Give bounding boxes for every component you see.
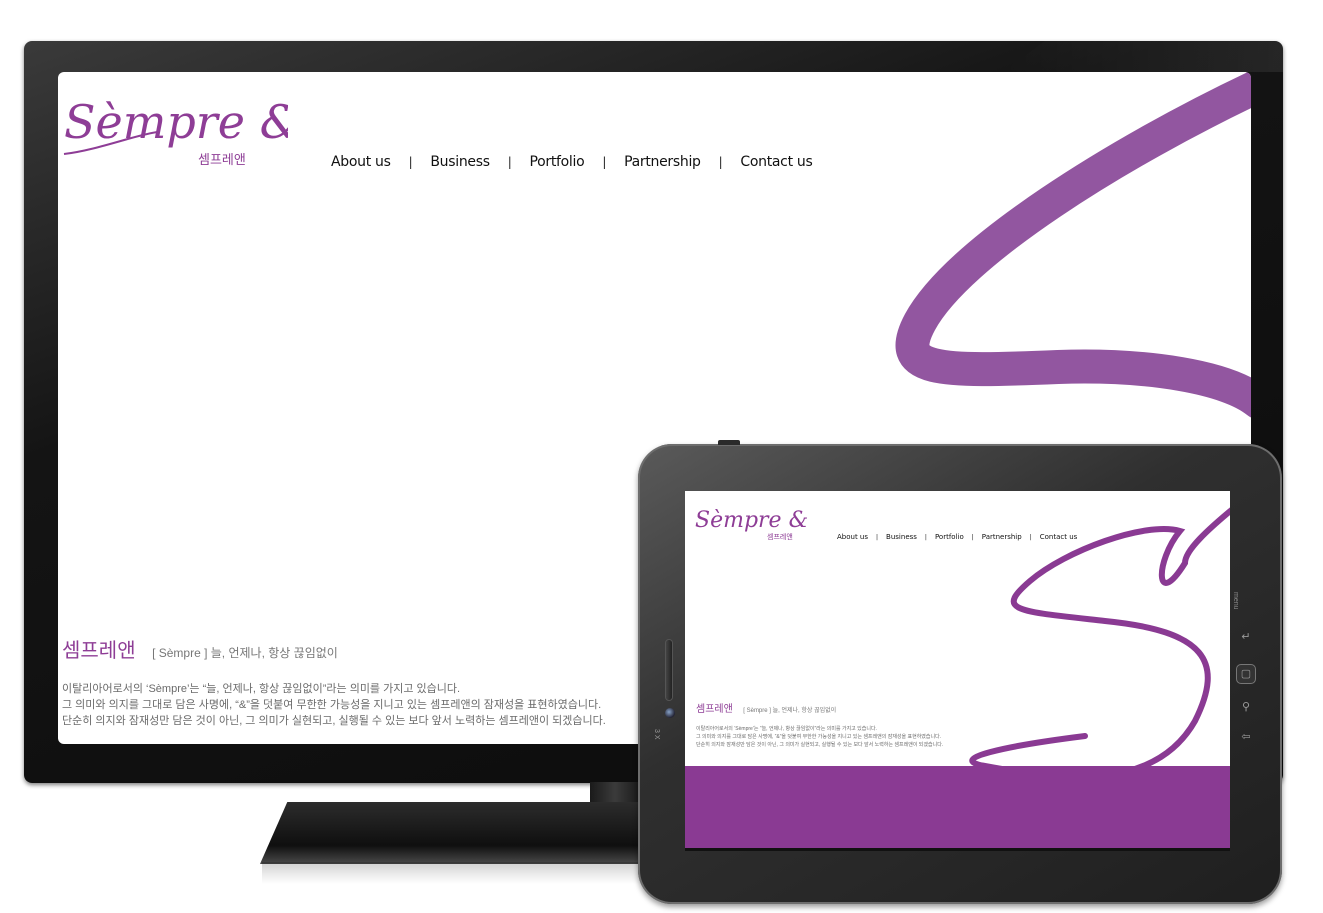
site-logo[interactable]: Sèmpre & 셈프레앤 — [58, 72, 288, 182]
home-icon[interactable]: ▢ — [1236, 664, 1256, 684]
tablet-main-nav: About us | Business | Portfolio | Partne… — [837, 533, 1077, 541]
nav-business[interactable]: Business — [430, 154, 490, 170]
svg-text:Sèmpre &: Sèmpre & — [64, 95, 288, 149]
intro-line: 단순히 의지와 잠재성만 담은 것이 아닌, 그 의미가 실현되고, 실행될 수… — [62, 715, 606, 727]
nav-divider: | — [602, 155, 607, 169]
tablet-speaker — [666, 640, 672, 700]
nav-portfolio[interactable]: Portfolio — [529, 154, 584, 170]
camera-label: 3 X — [653, 729, 660, 740]
intro-subtitle: [ Sèmpre ] 늘, 언제나, 항상 끊임없이 — [152, 646, 338, 660]
intro-body: 이탈리아어로서의 ‘Sèmpre’는 “늘, 언제나, 항상 끊임없이”라는 의… — [62, 681, 606, 729]
nav-divider: | — [924, 533, 927, 541]
nav-divider: | — [408, 155, 413, 169]
svg-text:Sèmpre &: Sèmpre & — [695, 508, 808, 533]
tablet-nav-contact-us[interactable]: Contact us — [1040, 533, 1078, 541]
nav-contact-us[interactable]: Contact us — [740, 154, 812, 170]
tablet-side-button — [718, 440, 740, 445]
camera-icon — [665, 708, 675, 718]
intro-line: 단순히 의지와 잠재성만 담은 것이 아닌, 그 의미가 실현되고, 실행될 수… — [696, 742, 944, 748]
nav-divider: | — [1029, 533, 1032, 541]
svg-text:셈프레앤: 셈프레앤 — [198, 153, 246, 168]
intro-line: 그 의미와 의지를 그대로 담은 사명에, “&”을 덧붙여 무한한 가능성을 … — [62, 699, 602, 711]
nav-partnership[interactable]: Partnership — [624, 154, 701, 170]
intro-brand: 셈프레앤 — [62, 640, 136, 662]
nav-divider: | — [718, 155, 723, 169]
main-nav: About us | Business | Portfolio | Partne… — [331, 154, 813, 170]
monitor-stand-shadow — [262, 862, 652, 884]
tablet-site-logo[interactable]: Sèmpre & 셈프레앤 — [685, 491, 815, 551]
intro-line: 이탈리아어로서의 ‘Sèmpre’는 “늘, 언제나, 항상 끊임없이”라는 의… — [62, 683, 461, 695]
svg-text:셈프레앤: 셈프레앤 — [767, 532, 793, 541]
tablet-nav-business[interactable]: Business — [886, 533, 917, 541]
nav-divider: | — [876, 533, 879, 541]
tablet-nav-about-us[interactable]: About us — [837, 533, 868, 541]
intro-line: 이탈리아어로서의 ‘Sèmpre’는 “늘, 언제나, 항상 끊임없이”라는 의… — [696, 726, 877, 732]
back-icon[interactable]: ↵ — [1236, 630, 1256, 644]
monitor-gloss — [1003, 41, 1283, 72]
tablet-intro-subtitle: [ Sèmpre ] 늘, 언제나, 항상 끊임없이 — [743, 708, 837, 714]
nav-divider: | — [971, 533, 974, 541]
monitor-stand-base — [260, 802, 650, 864]
intro-section: 셈프레앤 [ Sèmpre ] 늘, 언제나, 항상 끊임없이 이탈리아어로서의… — [62, 634, 606, 729]
search-icon[interactable]: ⚲ — [1236, 700, 1256, 714]
tablet-nav-portfolio[interactable]: Portfolio — [935, 533, 964, 541]
tablet-intro-brand: 셈프레앤 — [696, 704, 733, 715]
menu-label: menu — [1232, 592, 1239, 610]
tablet-intro-body: 이탈리아어로서의 ‘Sèmpre’는 “늘, 언제나, 항상 끊임없이”라는 의… — [696, 725, 943, 749]
nav-divider: | — [507, 155, 512, 169]
tablet-device: 3 X Sèmpre & 셈프레앤 About us | Business | … — [638, 440, 1282, 904]
nav-about-us[interactable]: About us — [331, 154, 391, 170]
return-icon[interactable]: ⇦ — [1236, 730, 1256, 744]
tablet-nav-partnership[interactable]: Partnership — [982, 533, 1022, 541]
tablet-intro-section: 셈프레앤 [ Sèmpre ] 늘, 언제나, 항상 끊임없이 이탈리아어로서의… — [696, 699, 943, 749]
intro-line: 그 의미와 의지를 그대로 담은 사명에, “&”을 덧붙여 무한한 가능성을 … — [696, 734, 942, 740]
tablet-footer-band — [685, 766, 1230, 848]
tablet-screen: Sèmpre & 셈프레앤 About us | Business | Port… — [685, 491, 1230, 851]
